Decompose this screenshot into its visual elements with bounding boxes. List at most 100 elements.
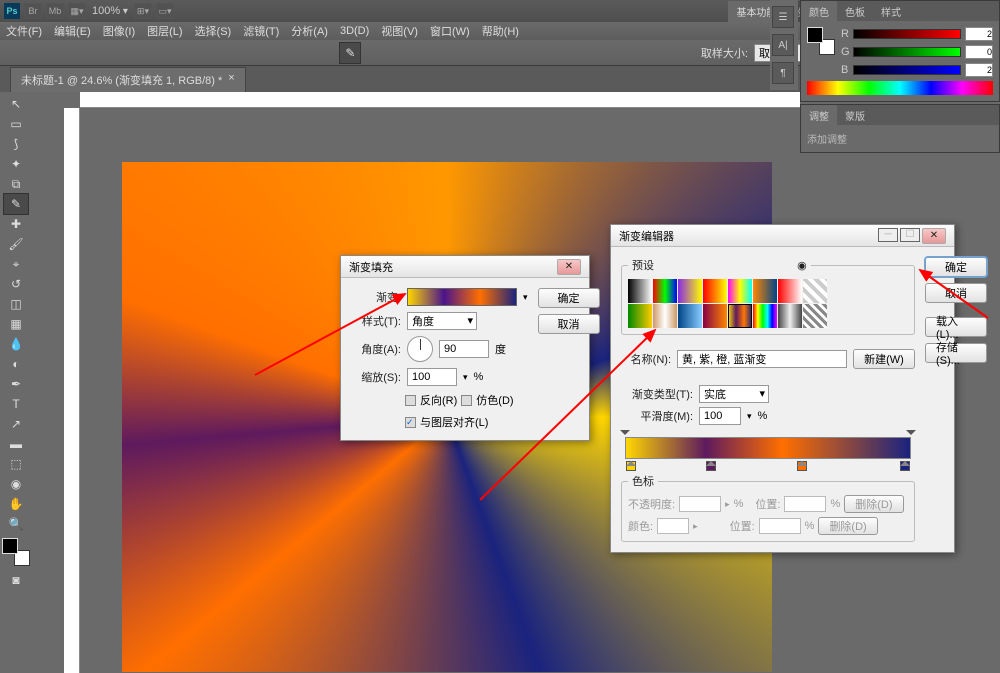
opacity-stop[interactable]	[620, 425, 630, 435]
menu-filter[interactable]: 滤镜(T)	[239, 21, 283, 41]
menu-3d[interactable]: 3D(D)	[336, 23, 373, 39]
gradient-preset[interactable]	[653, 279, 677, 303]
pen-tool-icon[interactable]: ✒	[4, 374, 28, 394]
blur-tool-icon[interactable]: 💧	[4, 334, 28, 354]
gradient-preset[interactable]	[778, 279, 802, 303]
shape-tool-icon[interactable]: ▬	[4, 434, 28, 454]
gradient-preset[interactable]	[678, 304, 702, 328]
delete-button2[interactable]: 删除(D)	[818, 517, 877, 535]
tab-styles[interactable]: 样式	[873, 1, 909, 21]
reverse-checkbox[interactable]	[405, 395, 416, 406]
gradient-preset[interactable]	[703, 279, 727, 303]
cancel-button[interactable]: 取消	[538, 314, 600, 334]
dither-checkbox[interactable]	[461, 395, 472, 406]
color-swatches[interactable]	[2, 538, 30, 566]
eyedropper-tool-icon[interactable]: ✎	[340, 43, 360, 63]
para-panel-icon[interactable]: ¶	[772, 62, 794, 84]
delete-button[interactable]: 删除(D)	[844, 495, 903, 513]
history-panel-icon[interactable]: ☰	[772, 6, 794, 28]
history-brush-icon[interactable]: ↺	[4, 274, 28, 294]
dlg-min-icon[interactable]: ─	[878, 228, 898, 242]
char-panel-icon[interactable]: A|	[772, 34, 794, 56]
r-input[interactable]	[965, 27, 993, 41]
gradient-preset[interactable]	[728, 304, 752, 328]
tab-mask[interactable]: 蒙版	[837, 105, 873, 125]
menu-select[interactable]: 选择(S)	[191, 21, 236, 41]
color-stop[interactable]	[706, 461, 716, 471]
opacity-stop[interactable]	[906, 425, 916, 435]
color-stop[interactable]	[797, 461, 807, 471]
menu-view[interactable]: 视图(V)	[377, 21, 422, 41]
hand-tool-icon[interactable]: ✋	[4, 494, 28, 514]
arrange-icon[interactable]: ⊞▾	[134, 3, 152, 19]
dodge-tool-icon[interactable]: ◐	[4, 354, 28, 374]
view-extras-icon[interactable]: ▦▾	[68, 3, 86, 19]
color-stop[interactable]	[900, 461, 910, 471]
menu-help[interactable]: 帮助(H)	[478, 21, 523, 41]
marquee-tool-icon[interactable]: ▭	[4, 114, 28, 134]
3d-tool-icon[interactable]: ⬚	[4, 454, 28, 474]
menu-analysis[interactable]: 分析(A)	[287, 21, 332, 41]
align-checkbox[interactable]	[405, 417, 416, 428]
gradient-preset[interactable]	[778, 304, 802, 328]
menu-file[interactable]: 文件(F)	[2, 21, 46, 41]
stop-color-swatch[interactable]	[657, 518, 689, 534]
gradient-preset[interactable]	[753, 279, 777, 303]
crop-tool-icon[interactable]: ⧉	[4, 174, 28, 194]
gradient-preset[interactable]	[628, 304, 652, 328]
gradient-tool-icon[interactable]: ▦	[4, 314, 28, 334]
eraser-tool-icon[interactable]: ◫	[4, 294, 28, 314]
path-tool-icon[interactable]: ↗	[4, 414, 28, 434]
menu-edit[interactable]: 编辑(E)	[50, 21, 95, 41]
g-input[interactable]	[965, 45, 993, 59]
spectrum-bar[interactable]	[807, 81, 993, 95]
r-slider[interactable]	[853, 29, 961, 39]
ok-button[interactable]: 确定	[538, 288, 600, 308]
gradient-preview[interactable]	[407, 288, 517, 306]
color-stop[interactable]	[626, 461, 636, 471]
screen-mode-icon[interactable]: ▭▾	[156, 3, 174, 19]
new-button[interactable]: 新建(W)	[853, 349, 915, 369]
save-button[interactable]: 存储(S)...	[925, 343, 987, 363]
gradient-name-input[interactable]	[677, 350, 847, 368]
smooth-input[interactable]	[699, 407, 741, 425]
stamp-tool-icon[interactable]: ⌖	[4, 254, 28, 274]
brush-tool-icon[interactable]: 🖌	[4, 234, 28, 254]
location-input[interactable]	[784, 496, 826, 512]
quickmask-icon[interactable]: ◙	[4, 570, 28, 590]
b-input[interactable]	[965, 63, 993, 77]
dlg-close-icon[interactable]: ✕	[922, 228, 946, 244]
tab-swatches[interactable]: 色板	[837, 1, 873, 21]
gradient-bar[interactable]	[625, 437, 911, 459]
gradient-preset[interactable]	[678, 279, 702, 303]
close-tab-icon[interactable]: ×	[228, 72, 234, 88]
bridge-icon[interactable]: Br	[24, 3, 42, 19]
document-tab[interactable]: 未标题-1 @ 24.6% (渐变填充 1, RGB/8) * ×	[10, 67, 246, 92]
zoom-tool-icon[interactable]: 🔍	[4, 514, 28, 534]
type-tool-icon[interactable]: T	[4, 394, 28, 414]
tab-color[interactable]: 颜色	[801, 1, 837, 21]
eyedropper-tool-icon[interactable]: ✎	[4, 194, 28, 214]
move-tool-icon[interactable]: ↖	[4, 94, 28, 114]
gradient-preset[interactable]	[728, 279, 752, 303]
gradient-preset[interactable]	[653, 304, 677, 328]
menu-window[interactable]: 窗口(W)	[426, 21, 474, 41]
gradient-preset[interactable]	[803, 304, 827, 328]
minibridge-icon[interactable]: Mb	[46, 3, 64, 19]
type-select[interactable]: 实底	[699, 385, 769, 403]
gradient-preset[interactable]	[753, 304, 777, 328]
angle-input[interactable]	[439, 340, 489, 358]
angle-dial[interactable]	[407, 336, 433, 362]
gradient-preset[interactable]	[703, 304, 727, 328]
menu-layer[interactable]: 图层(L)	[143, 21, 186, 41]
g-slider[interactable]	[853, 47, 961, 57]
zoom-level[interactable]: 100% ▾	[90, 5, 130, 17]
scale-input[interactable]	[407, 368, 457, 386]
camera-tool-icon[interactable]: ◉	[4, 474, 28, 494]
heal-tool-icon[interactable]: ✚	[4, 214, 28, 234]
tab-adjust[interactable]: 调整	[801, 105, 837, 125]
ok-button[interactable]: 确定	[925, 257, 987, 277]
cancel-button[interactable]: 取消	[925, 283, 987, 303]
wand-tool-icon[interactable]: ✦	[4, 154, 28, 174]
presets-menu-icon[interactable]: ◉	[797, 260, 807, 272]
